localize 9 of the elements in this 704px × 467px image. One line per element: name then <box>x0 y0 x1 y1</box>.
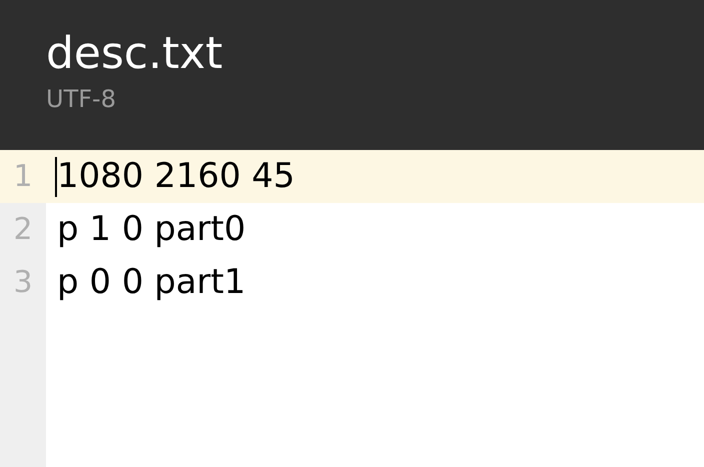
code-line: p 1 0 part0 <box>57 208 246 251</box>
text-cursor <box>55 156 57 196</box>
encoding-label: UTF-8 <box>46 84 116 114</box>
file-title: desc.txt <box>46 27 223 81</box>
line-number: 3 <box>12 264 34 302</box>
code-line: p 0 0 part1 <box>57 261 246 304</box>
line-number: 2 <box>12 211 34 249</box>
code-line: 1080 2160 45 <box>57 155 295 198</box>
line-number: 1 <box>12 158 34 196</box>
